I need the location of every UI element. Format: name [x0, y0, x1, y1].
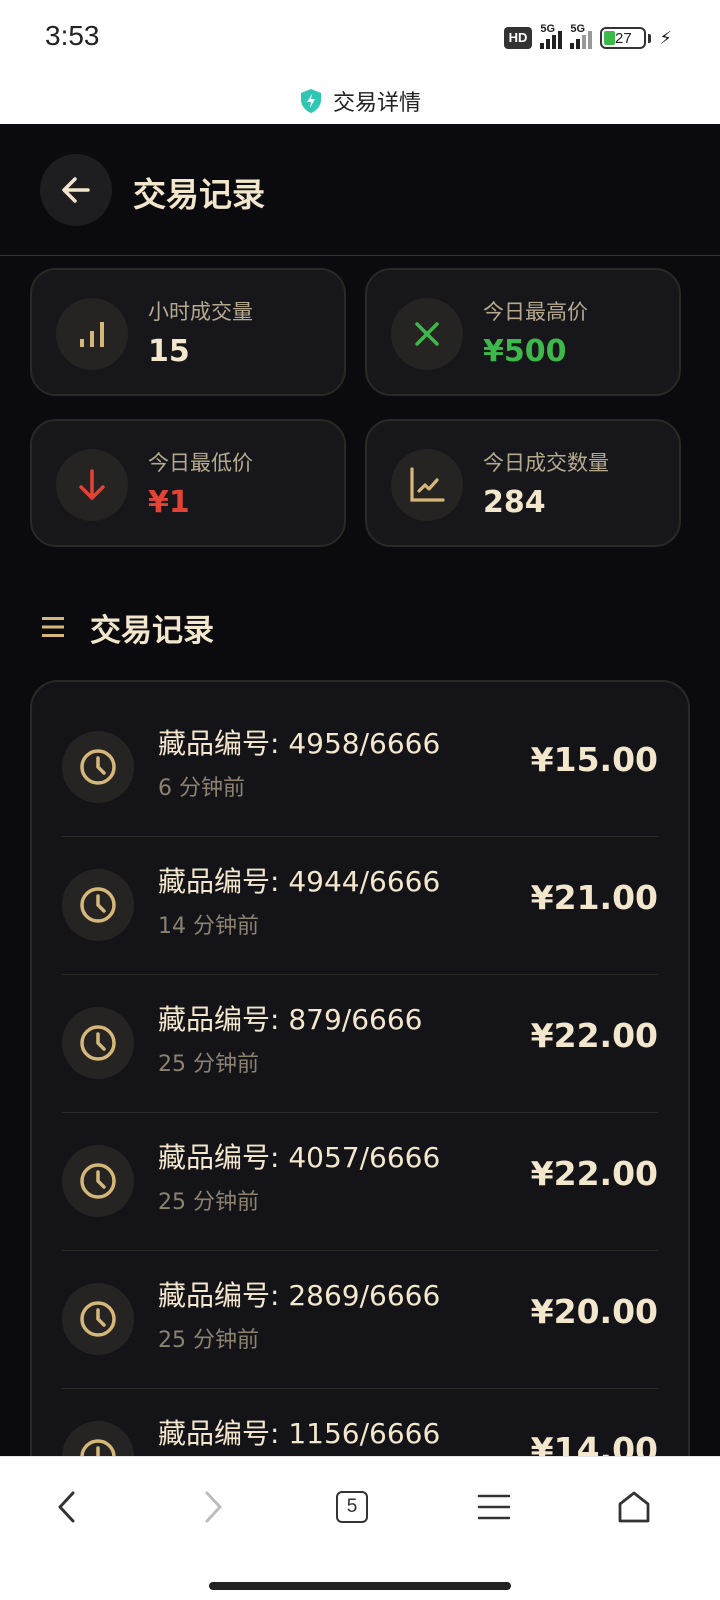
record-item-time: 25 分钟前	[158, 1052, 259, 1077]
record-item[interactable]: 藏品编号: 2869/6666 25 分钟前 ¥20.00	[62, 1248, 658, 1389]
record-item-time: 14 分钟前	[158, 914, 259, 939]
menu-icon	[477, 1494, 511, 1520]
record-icon-bg	[62, 1421, 134, 1456]
clock-icon	[80, 1439, 116, 1456]
record-item-id: 藏品编号: 4944/6666	[158, 865, 441, 898]
nav-back-button[interactable]	[32, 1475, 104, 1539]
record-item[interactable]: 藏品编号: 4944/6666 14 分钟前 ¥21.00	[62, 834, 658, 975]
clock-icon	[80, 1301, 116, 1337]
clock-icon	[80, 1025, 116, 1061]
record-item-price: ¥22.00	[530, 1016, 658, 1055]
record-item-id: 藏品编号: 879/6666	[158, 1003, 423, 1036]
record-item[interactable]: 藏品编号: 4057/6666 25 分钟前 ¥22.00	[62, 1110, 658, 1251]
nav-menu-button[interactable]	[458, 1475, 530, 1539]
record-item-id: 藏品编号: 4958/6666	[158, 727, 441, 760]
clock-icon	[80, 1163, 116, 1199]
record-icon-bg	[62, 1283, 134, 1355]
nav-forward-button[interactable]	[176, 1475, 248, 1539]
record-item-price: ¥15.00	[530, 740, 658, 779]
record-item-price: ¥14.00	[530, 1430, 658, 1456]
record-item-price: ¥21.00	[530, 878, 658, 917]
record-item-time: 25 分钟前	[158, 1190, 259, 1215]
clock-icon	[80, 749, 116, 785]
record-item[interactable]: 藏品编号: 4958/6666 6 分钟前 ¥15.00	[62, 696, 658, 837]
tab-count: 5	[336, 1491, 368, 1523]
record-item-time: 25 分钟前	[158, 1328, 259, 1353]
record-item[interactable]: 藏品编号: 879/6666 25 分钟前 ¥22.00	[62, 972, 658, 1113]
record-item-price: ¥22.00	[530, 1154, 658, 1193]
home-icon	[618, 1491, 650, 1523]
record-icon-bg	[62, 869, 134, 941]
nav-tabs-button[interactable]: 5	[316, 1475, 388, 1539]
records-viewport[interactable]: 藏品编号: 4958/6666 6 分钟前 ¥15.00 藏品编号: 4944/…	[0, 0, 720, 1456]
nav-home-button[interactable]	[598, 1475, 670, 1539]
chevron-right-icon	[205, 1491, 222, 1523]
record-item-id: 藏品编号: 4057/6666	[158, 1141, 441, 1174]
record-item-price: ¥20.00	[530, 1292, 658, 1331]
home-indicator[interactable]	[209, 1582, 511, 1590]
record-item[interactable]: 藏品编号: 1156/6666 ¥14.00	[62, 1386, 658, 1456]
record-icon-bg	[62, 731, 134, 803]
record-item-id: 藏品编号: 2869/6666	[158, 1279, 441, 1312]
record-icon-bg	[62, 1007, 134, 1079]
record-item-time: 6 分钟前	[158, 776, 245, 801]
record-item-id: 藏品编号: 1156/6666	[158, 1417, 441, 1450]
chevron-left-icon	[58, 1491, 75, 1523]
record-icon-bg	[62, 1145, 134, 1217]
clock-icon	[80, 887, 116, 923]
browser-bottom-nav: 5	[0, 1456, 720, 1600]
